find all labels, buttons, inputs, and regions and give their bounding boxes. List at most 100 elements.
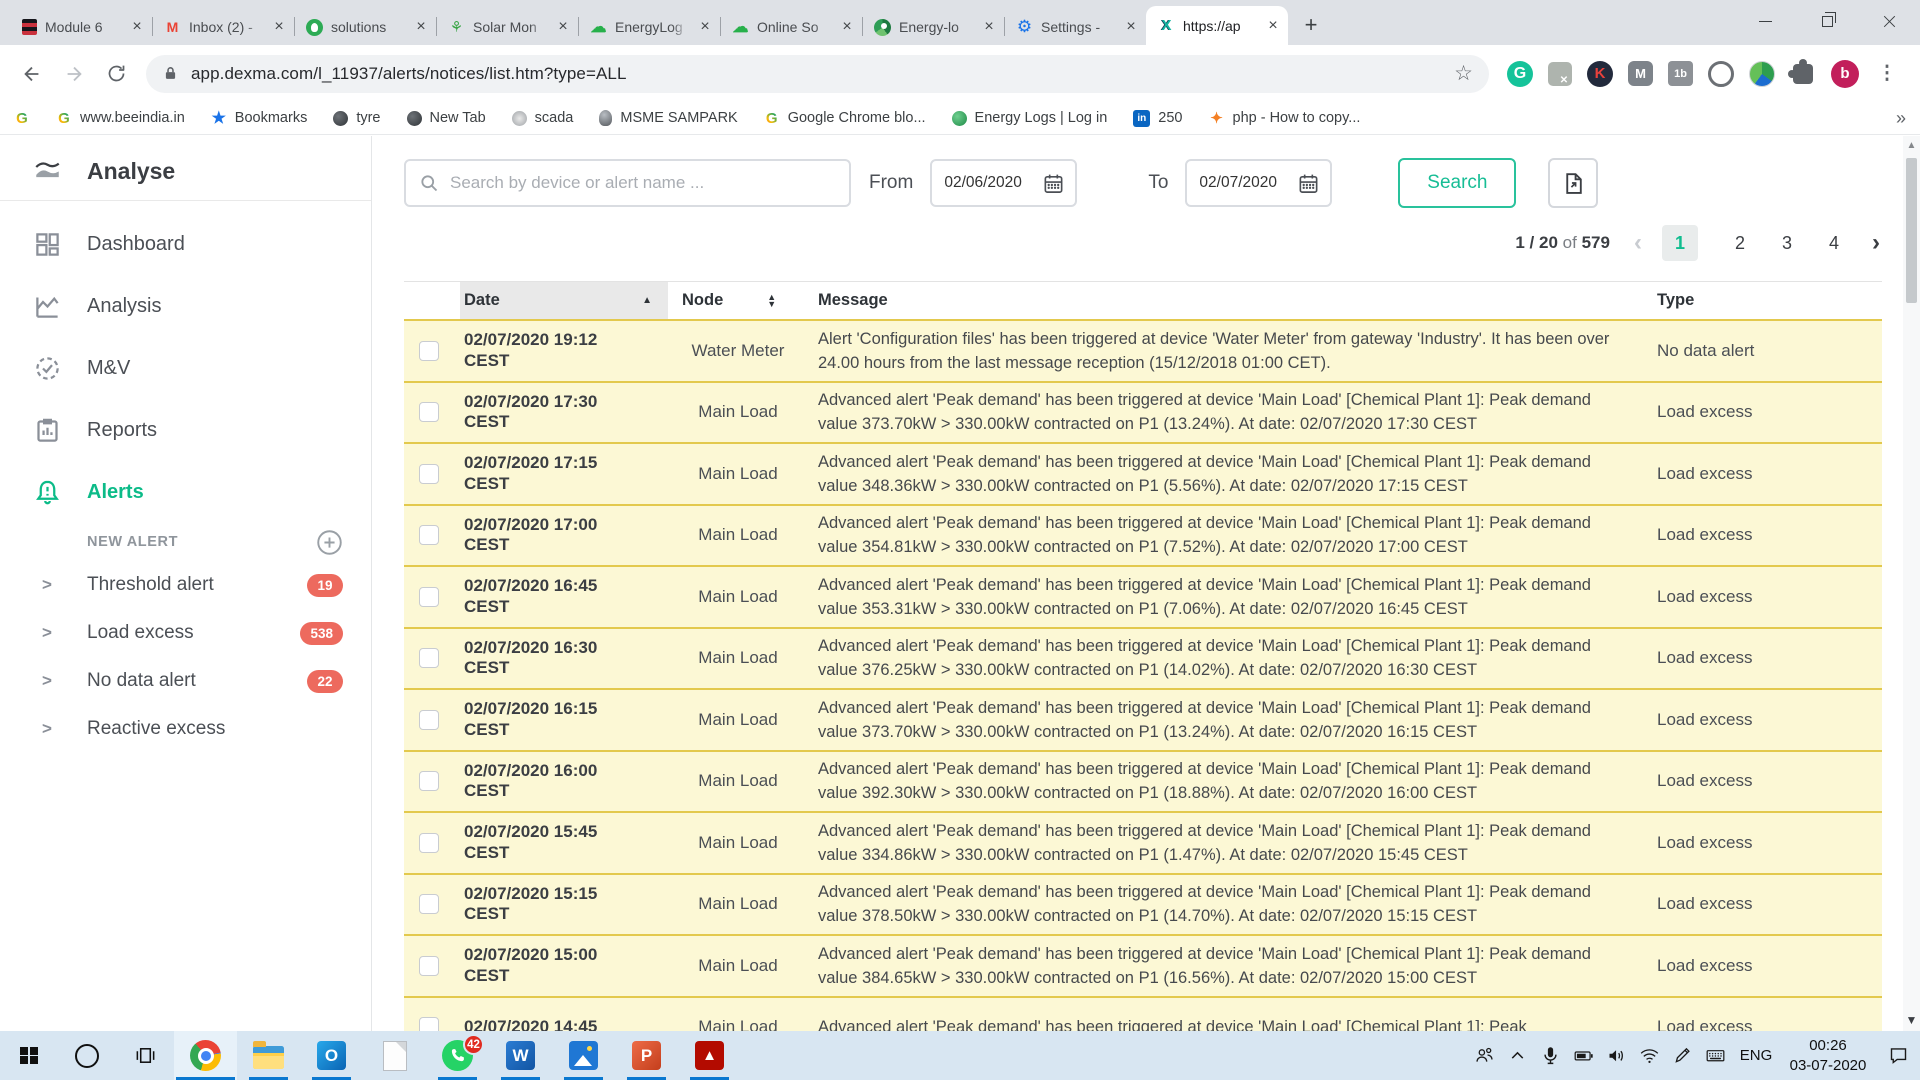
alert-table-row[interactable]: 02/07/2020 16:00 CEST Main Load Advanced… <box>404 752 1882 814</box>
add-alert-plus-icon[interactable] <box>316 529 343 556</box>
browser-tab[interactable]: EnergyLog <box>578 9 720 45</box>
bookmark-item[interactable]: Energy Logs | Log in <box>952 110 1108 126</box>
bookmark-item[interactable]: scada <box>512 110 574 126</box>
to-date-box[interactable] <box>1185 159 1332 207</box>
tab-close-icon[interactable] <box>554 18 572 36</box>
battery-tray-icon[interactable] <box>1567 1031 1600 1080</box>
row-checkbox[interactable] <box>419 894 439 914</box>
search-button[interactable]: Search <box>1398 158 1516 208</box>
grammarly-extension-icon[interactable] <box>1507 61 1533 87</box>
browser-tab[interactable]: Module 6 <box>10 9 152 45</box>
browser-tab[interactable]: https://ap <box>1146 6 1288 45</box>
next-page-icon[interactable] <box>1872 229 1880 257</box>
pen-tray-icon[interactable] <box>1666 1031 1699 1080</box>
browser-tab[interactable]: Energy-lo <box>862 9 1004 45</box>
mail-extension-icon[interactable] <box>1628 61 1653 86</box>
tab-close-icon[interactable] <box>1264 17 1282 35</box>
bookmark-star-icon[interactable] <box>1454 61 1473 86</box>
row-checkbox[interactable] <box>419 771 439 791</box>
language-indicator[interactable]: ENG <box>1732 1047 1780 1064</box>
alert-table-row[interactable]: 02/07/2020 17:00 CEST Main Load Advanced… <box>404 506 1882 568</box>
new-alert-row[interactable]: NEW ALERT <box>0 523 371 561</box>
bookmark-item[interactable]: Google Chrome blo... <box>764 110 926 126</box>
row-checkbox[interactable] <box>419 648 439 668</box>
alert-table-row[interactable]: 02/07/2020 17:30 CEST Main Load Advanced… <box>404 383 1882 445</box>
sidebar-item-alerts[interactable]: Alerts <box>0 461 371 523</box>
column-header-node[interactable]: Node ▲▼ <box>668 291 808 310</box>
bookmark-item[interactable]: php - How to copy... <box>1209 110 1361 126</box>
row-checkbox[interactable] <box>419 956 439 976</box>
page-button[interactable]: 2 <box>1735 233 1745 254</box>
onetab-extension-icon[interactable] <box>1668 61 1693 86</box>
tab-close-icon[interactable] <box>128 18 146 36</box>
new-tab-button[interactable] <box>1296 10 1326 40</box>
page-button[interactable]: 3 <box>1782 233 1792 254</box>
back-button[interactable] <box>12 54 52 94</box>
row-checkbox[interactable] <box>419 464 439 484</box>
export-button[interactable] <box>1548 158 1598 208</box>
alert-table-row[interactable]: 02/07/2020 16:15 CEST Main Load Advanced… <box>404 690 1882 752</box>
taskbar-app-outlook[interactable]: O <box>300 1031 363 1080</box>
alert-table-row[interactable]: 02/07/2020 15:45 CEST Main Load Advanced… <box>404 813 1882 875</box>
taskbar-app-explorer[interactable] <box>237 1031 300 1080</box>
search-box[interactable] <box>404 159 851 207</box>
tab-close-icon[interactable] <box>412 18 430 36</box>
bookmark-item[interactable]: 250 <box>1133 110 1182 127</box>
tab-close-icon[interactable] <box>980 18 998 36</box>
url-bar[interactable]: app.dexma.com/l_11937/alerts/notices/lis… <box>146 55 1489 93</box>
sidebar-item-analysis[interactable]: Analysis <box>0 275 371 337</box>
to-date-input[interactable] <box>1199 174 1291 192</box>
sidebar-alert-type[interactable]: Reactive excess <box>0 705 371 753</box>
column-header-message[interactable]: Message <box>808 291 1653 310</box>
from-date-box[interactable] <box>930 159 1077 207</box>
scroll-up-icon[interactable] <box>1907 140 1917 151</box>
taskbar-clock[interactable]: 00:26 03-07-2020 <box>1780 1036 1876 1075</box>
page-button-current[interactable]: 1 <box>1662 225 1698 261</box>
column-header-type[interactable]: Type <box>1653 291 1882 310</box>
minimize-button[interactable] <box>1734 0 1796 42</box>
page-scrollbar[interactable] <box>1903 136 1920 1031</box>
restore-button[interactable] <box>1796 0 1858 42</box>
touch-keyboard-tray-icon[interactable] <box>1699 1031 1732 1080</box>
calendar-icon[interactable] <box>1042 172 1065 195</box>
alert-table-row[interactable]: 02/07/2020 14:45 Main Load Advanced aler… <box>404 998 1882 1032</box>
taskbar-app-notepad[interactable] <box>363 1031 426 1080</box>
browser-tab[interactable]: Inbox (2) - <box>152 9 294 45</box>
browser-tab[interactable]: Online So <box>720 9 862 45</box>
browser-tab[interactable]: Solar Mon <box>436 9 578 45</box>
people-tray-icon[interactable] <box>1468 1031 1501 1080</box>
taskbar-app-acrobat[interactable]: ▲ <box>678 1031 741 1080</box>
column-header-date[interactable]: Date <box>460 282 668 319</box>
sidebar-item-dashboard[interactable]: Dashboard <box>0 213 371 275</box>
browser-menu-icon[interactable] <box>1874 61 1900 87</box>
page-button[interactable]: 4 <box>1829 233 1839 254</box>
row-checkbox[interactable] <box>419 1017 439 1031</box>
bookmark-item[interactable]: New Tab <box>407 110 486 126</box>
bookmark-item[interactable]: Bookmarks <box>211 110 308 126</box>
alert-table-row[interactable]: 02/07/2020 15:00 CEST Main Load Advanced… <box>404 936 1882 998</box>
taskbar-app-photos[interactable] <box>552 1031 615 1080</box>
browser-tab[interactable]: Settings - <box>1004 9 1146 45</box>
alert-table-row[interactable]: 02/07/2020 16:30 CEST Main Load Advanced… <box>404 629 1882 691</box>
ring-extension-icon[interactable] <box>1708 61 1734 87</box>
volume-tray-icon[interactable] <box>1600 1031 1633 1080</box>
action-center-button[interactable] <box>1876 1031 1920 1080</box>
close-window-button[interactable] <box>1858 0 1920 42</box>
wifi-tray-icon[interactable] <box>1633 1031 1666 1080</box>
alert-table-row[interactable]: 02/07/2020 17:15 CEST Main Load Advanced… <box>404 444 1882 506</box>
sidebar-item-mv[interactable]: M&V <box>0 337 371 399</box>
tab-close-icon[interactable] <box>696 18 714 36</box>
row-checkbox[interactable] <box>419 525 439 545</box>
taskbar-app-whatsapp[interactable]: 42 <box>426 1031 489 1080</box>
bookmark-item[interactable]: www.beeindia.in <box>56 110 185 126</box>
tab-close-icon[interactable] <box>270 18 288 36</box>
task-view-button[interactable] <box>116 1031 174 1080</box>
taskbar-app-powerpoint[interactable]: P <box>615 1031 678 1080</box>
profile-avatar[interactable]: b <box>1831 60 1859 88</box>
tab-close-icon[interactable] <box>1122 18 1140 36</box>
start-button[interactable] <box>0 1031 58 1080</box>
browser-tab[interactable]: solutions <box>294 9 436 45</box>
bookmark-item[interactable] <box>14 110 30 126</box>
adblock-extension-icon[interactable] <box>1548 62 1572 86</box>
from-date-input[interactable] <box>944 174 1036 192</box>
